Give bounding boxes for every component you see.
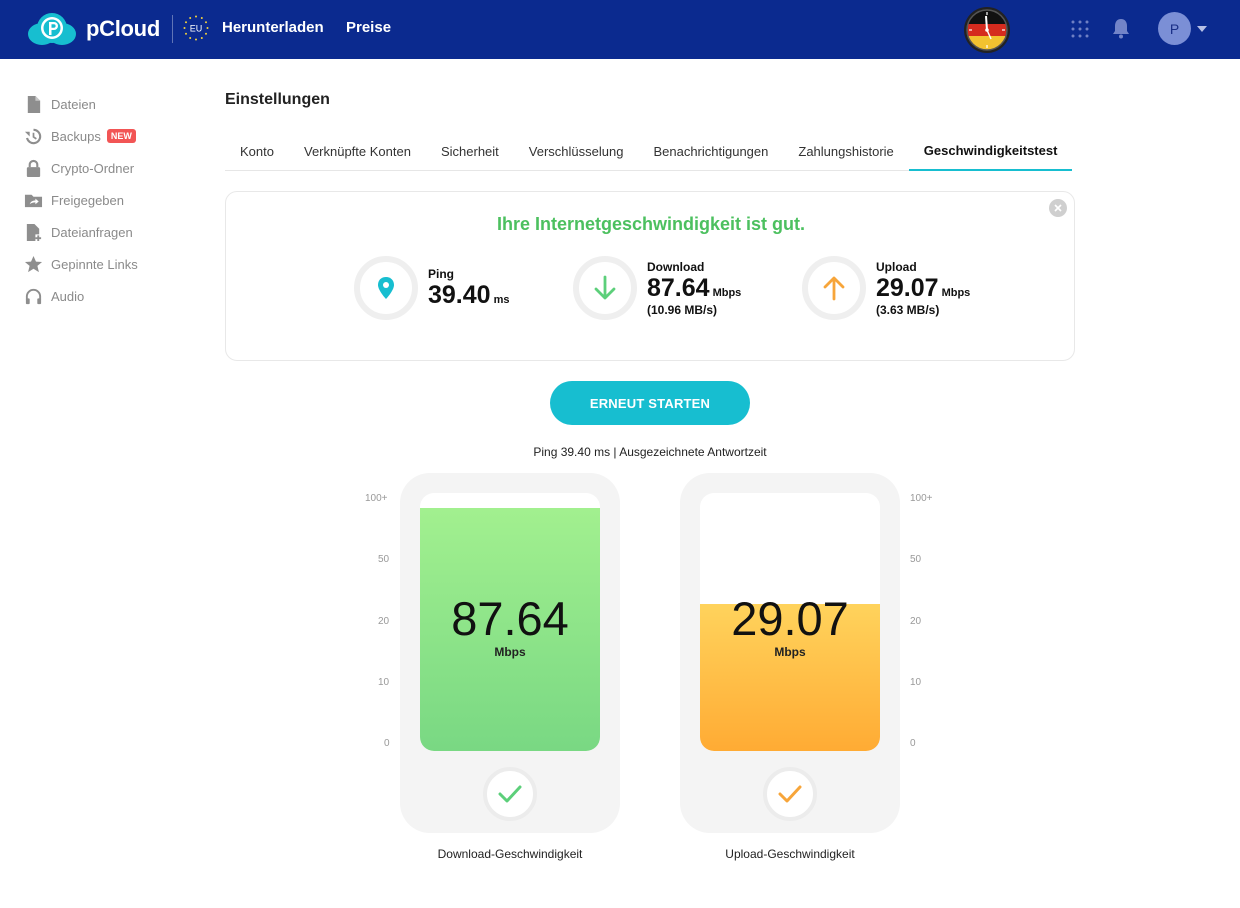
upload-mbs: (3.63 MB/s) <box>876 302 940 317</box>
scale-label: 10 <box>378 677 390 688</box>
download-metric: Download 87.64 Mbps (10.96 MB/s) <box>573 256 741 320</box>
scale-label: 20 <box>910 616 922 627</box>
scale-label: 50 <box>910 554 922 565</box>
new-badge: NEW <box>106 129 136 143</box>
account-menu[interactable]: P <box>1158 12 1207 45</box>
result-headline: Ihre Internetgeschwindigkeit ist gut. <box>496 214 806 234</box>
chevron-down-icon <box>1197 25 1207 32</box>
top-bar: pCloud EU Herunterladen Preise P <box>0 0 1240 59</box>
location-pin-icon <box>378 277 394 299</box>
upload-gauge: 29.07 Mbps <box>680 473 900 833</box>
sidebar-item-label: Gepinnte Links <box>51 256 138 272</box>
apps-grid-icon[interactable] <box>1070 19 1090 39</box>
arrow-up-icon <box>823 276 845 301</box>
lock-icon <box>26 159 41 177</box>
avatar: P <box>1158 12 1191 45</box>
sidebar-item-audio[interactable]: Audio <box>24 280 204 312</box>
backup-icon <box>24 128 42 144</box>
tab-payment-history[interactable]: Zahlungshistorie <box>783 131 908 171</box>
sidebar-item-label: Crypto-Ordner <box>51 160 135 176</box>
ping-metric: Ping 39.40 ms <box>354 256 509 320</box>
download-gauge-caption: Download-Geschwindigkeit <box>437 847 583 861</box>
upload-check-icon <box>763 767 817 821</box>
upload-icon-circle <box>802 256 866 320</box>
pcloud-logo-icon <box>28 13 76 45</box>
file-icon <box>27 95 41 113</box>
tab-notifications[interactable]: Benachrichtigungen <box>638 131 783 171</box>
header-divider <box>172 15 173 43</box>
download-gauge-screen: 87.64 Mbps <box>420 493 600 751</box>
scale-label: 0 <box>384 738 390 749</box>
download-gauge-unit: Mbps <box>494 645 526 659</box>
nav-download[interactable]: Herunterladen <box>222 19 324 36</box>
speed-result-card: Ihre Internetgeschwindigkeit ist gut. Pi… <box>225 191 1075 361</box>
download-mbs: (10.96 MB/s) <box>647 302 718 317</box>
arrow-down-icon <box>594 275 616 300</box>
notifications-bell-icon[interactable] <box>1111 17 1131 39</box>
sidebar-item-files[interactable]: Dateien <box>24 88 204 120</box>
download-unit: Mbps <box>712 286 742 299</box>
tab-linked-accounts[interactable]: Verknüpfte Konten <box>289 131 426 171</box>
upload-label: Upload <box>876 259 917 274</box>
upload-gauge-value: 29.07 <box>731 592 849 645</box>
shared-folder-icon <box>24 194 43 207</box>
sidebar-item-crypto[interactable]: Crypto-Ordner <box>24 152 204 184</box>
settings-tabs: Konto Verknüpfte Konten Sicherheit Versc… <box>225 131 1073 171</box>
upload-unit: Mbps <box>941 286 971 299</box>
file-request-icon <box>26 223 42 241</box>
ping-summary: Ping 39.40 ms | Ausgezeichnete Antwortze… <box>533 445 767 459</box>
download-icon-circle <box>573 256 637 320</box>
eu-region-icon[interactable]: EU <box>182 14 210 42</box>
nav-pricing[interactable]: Preise <box>346 19 391 36</box>
sidebar-item-pinned-links[interactable]: Gepinnte Links <box>24 248 204 280</box>
logo-text: pCloud <box>86 16 160 41</box>
ping-icon-circle <box>354 256 418 320</box>
eu-label: EU <box>190 24 203 34</box>
sidebar-item-label: Freigegeben <box>51 192 124 208</box>
sidebar-item-label: Audio <box>51 288 85 304</box>
scale-label: 0 <box>910 738 916 749</box>
download-value: 87.64 <box>647 273 710 302</box>
headphones-icon <box>25 288 42 304</box>
restart-button[interactable]: ERNEUT STARTEN <box>550 381 750 425</box>
upload-gauge-screen: 29.07 Mbps <box>700 493 880 751</box>
scale-label: 50 <box>378 554 390 565</box>
sidebar-item-label: Dateianfragen <box>51 224 133 240</box>
sidebar-item-backups[interactable]: Backups NEW <box>24 120 204 152</box>
sidebar-item-label: Dateien <box>51 96 96 112</box>
tab-account[interactable]: Konto <box>225 131 289 171</box>
ping-unit: ms <box>493 294 510 306</box>
page-title: Einstellungen <box>225 91 330 108</box>
germany-clock-icon[interactable] <box>963 6 1011 54</box>
scale-label: 100+ <box>365 493 388 504</box>
download-check-icon <box>483 767 537 821</box>
upload-gauge-caption: Upload-Geschwindigkeit <box>725 847 855 861</box>
upload-metric: Upload 29.07 Mbps (3.63 MB/s) <box>802 256 970 320</box>
scale-label: 20 <box>378 616 390 627</box>
download-gauge-value: 87.64 <box>451 592 569 645</box>
pcloud-logo[interactable]: pCloud <box>26 12 160 46</box>
tab-encryption[interactable]: Verschlüsselung <box>514 131 639 171</box>
scale-label: 100+ <box>910 493 933 504</box>
sidebar: Dateien Backups NEW Crypto-Ordner Freige… <box>24 88 204 312</box>
ping-value: 39.40 <box>428 281 491 309</box>
sidebar-item-file-requests[interactable]: Dateianfragen <box>24 216 204 248</box>
star-icon <box>24 255 43 272</box>
download-gauge: 87.64 Mbps <box>400 473 620 833</box>
upload-gauge-unit: Mbps <box>774 645 806 659</box>
tab-security[interactable]: Sicherheit <box>426 131 514 171</box>
tab-speed-test[interactable]: Geschwindigkeitstest <box>908 131 1073 171</box>
ping-label: Ping <box>428 267 454 281</box>
scale-label: 10 <box>910 677 922 688</box>
download-label: Download <box>647 259 705 274</box>
upload-value: 29.07 <box>876 273 939 302</box>
sidebar-item-shared[interactable]: Freigegeben <box>24 184 204 216</box>
sidebar-item-label: Backups <box>51 128 101 144</box>
